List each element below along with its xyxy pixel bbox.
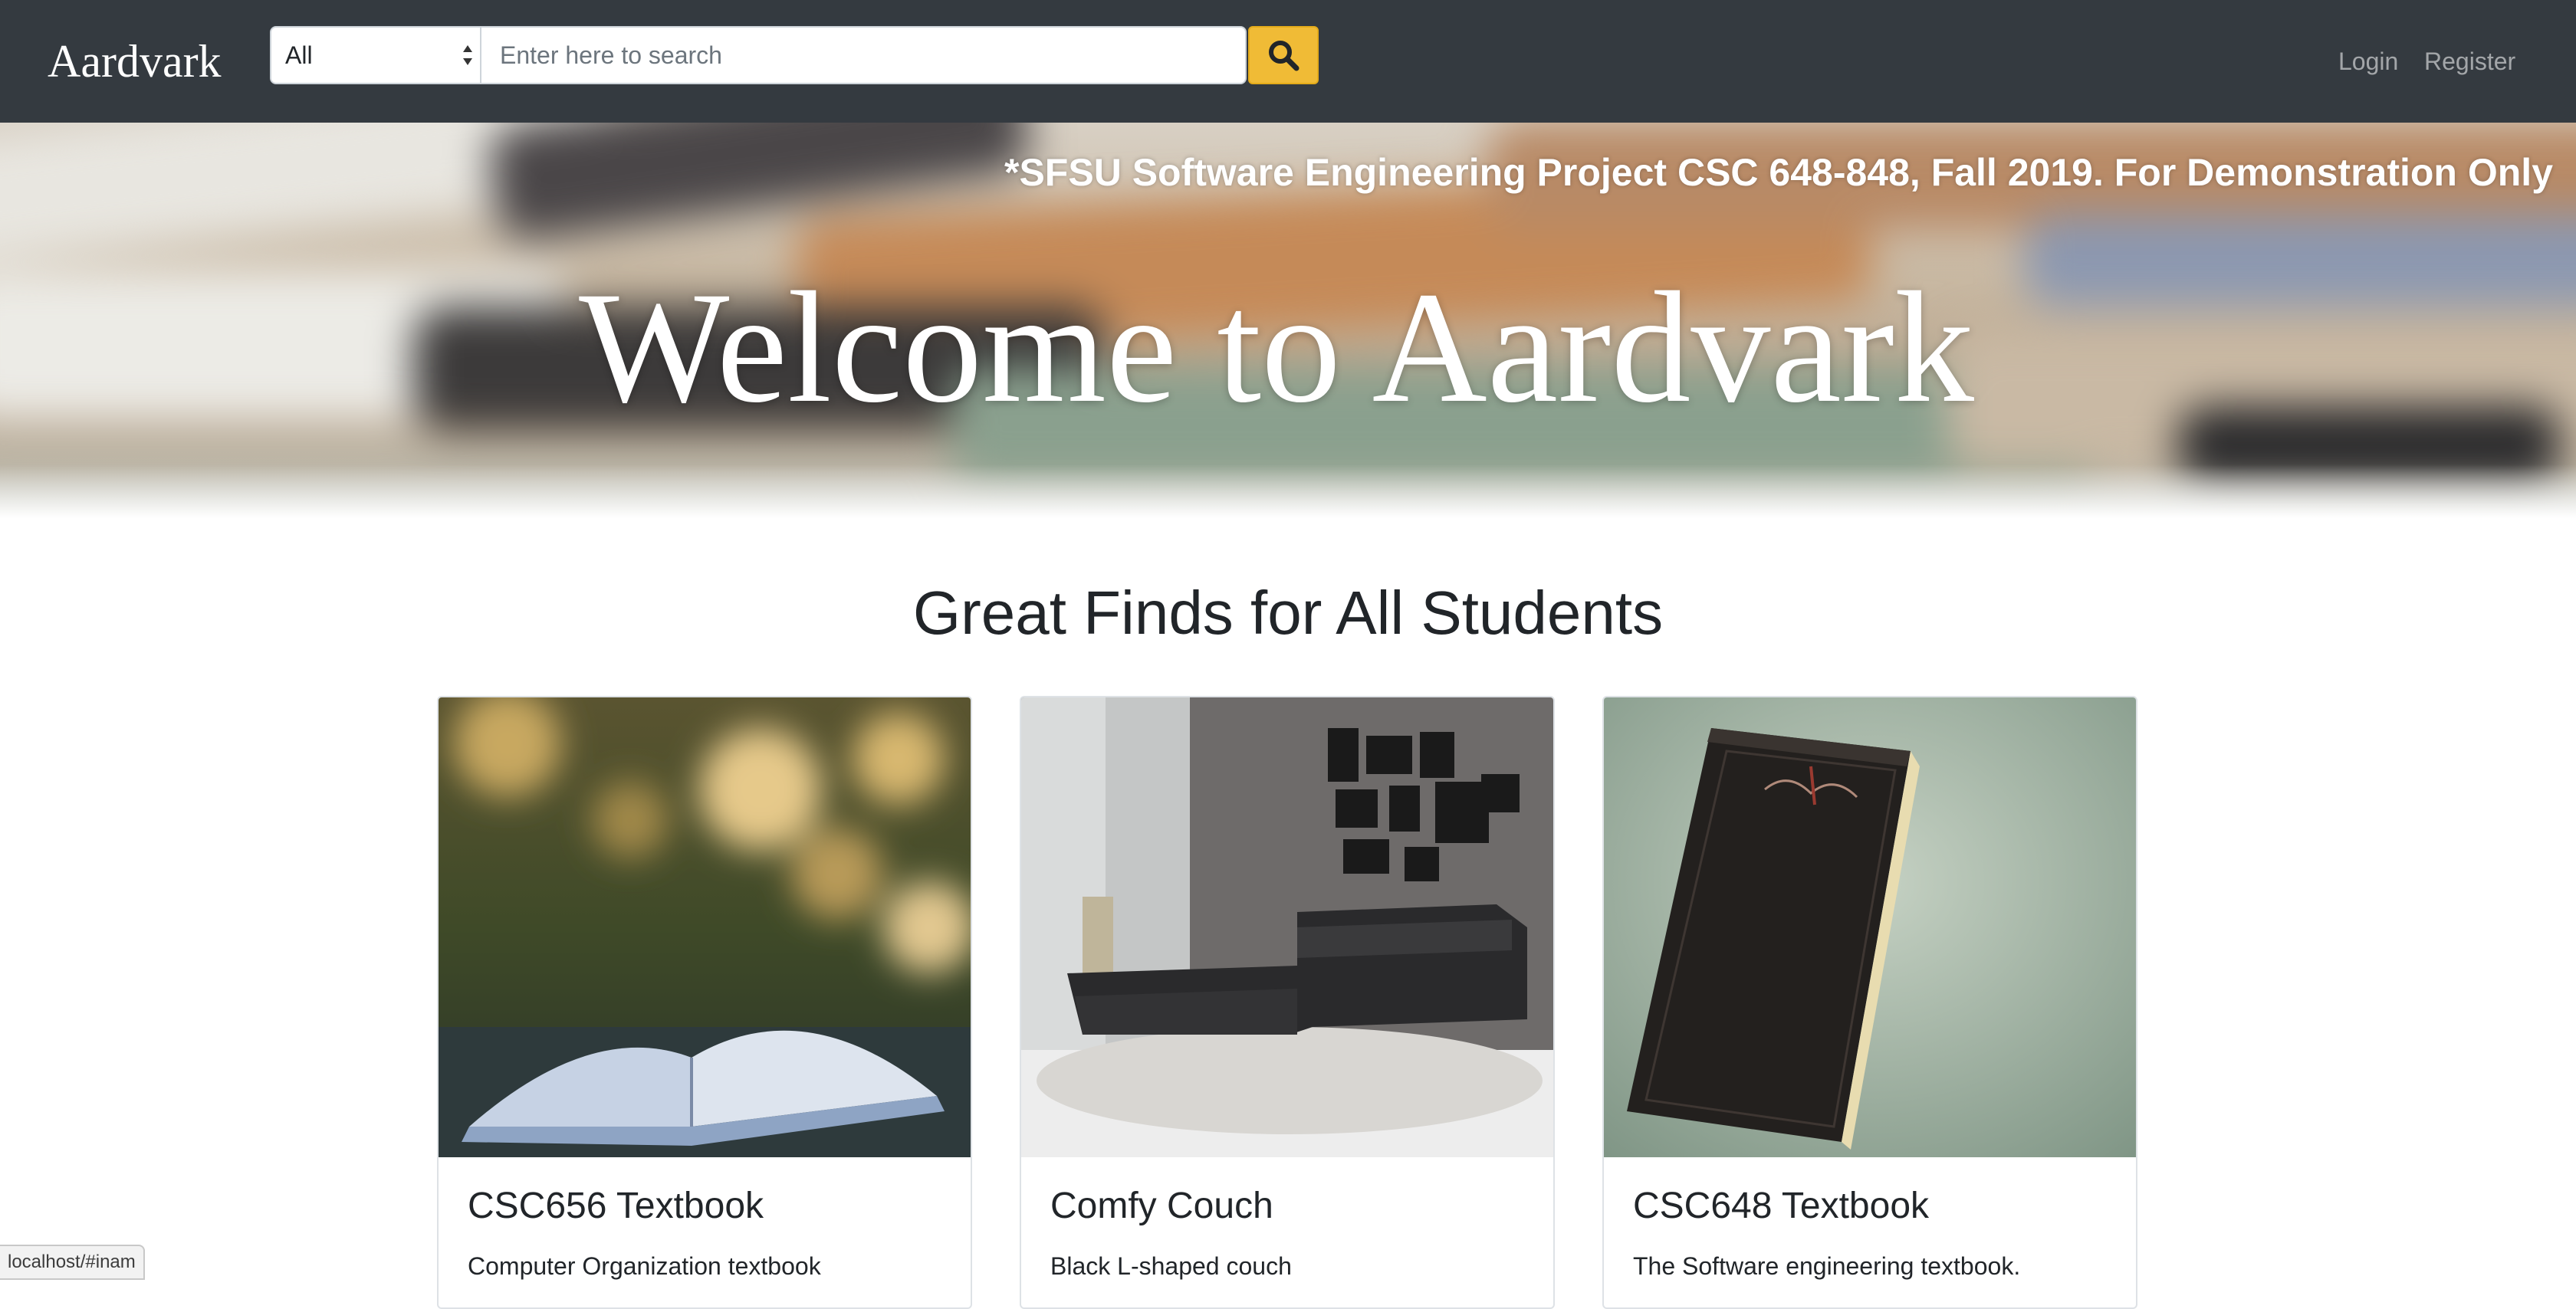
couch-photo <box>1021 697 1553 1157</box>
card-title: Comfy Couch <box>1050 1186 1273 1226</box>
section-title: Great Finds for All Students <box>912 579 1664 647</box>
navbar: Aardvark All Login Register <box>0 0 2576 123</box>
search-icon <box>1269 41 1300 71</box>
category-select-value: All <box>285 41 313 69</box>
card-text: Computer Organization textbook <box>468 1252 821 1280</box>
open-book-photo <box>439 697 971 1157</box>
register-link[interactable]: Register <box>2424 44 2515 78</box>
category-select[interactable]: All <box>270 26 481 84</box>
product-card[interactable]: Comfy Couch Black L-shaped couch <box>1020 696 1555 1309</box>
select-arrows-icon <box>463 45 472 65</box>
card-title: CSC656 Textbook <box>468 1186 764 1226</box>
brand-logo[interactable]: Aardvark <box>48 31 222 92</box>
black-book-photo <box>1604 697 2136 1157</box>
search-button[interactable] <box>1248 26 1319 84</box>
demo-disclaimer: *SFSU Software Engineering Project CSC 6… <box>1004 151 2553 194</box>
product-card[interactable]: CSC656 Textbook Computer Organization te… <box>437 696 972 1309</box>
status-bar-url: localhost/#inam <box>0 1245 145 1280</box>
card-title: CSC648 Textbook <box>1633 1186 1930 1226</box>
card-text: The Software engineering textbook. <box>1633 1252 2021 1280</box>
product-card[interactable]: CSC648 Textbook The Software engineering… <box>1602 696 2137 1309</box>
hero-banner: *SFSU Software Engineering Project CSC 6… <box>0 123 2576 518</box>
welcome-heading: Welcome to Aardvark <box>579 259 1974 435</box>
login-link[interactable]: Login <box>2338 44 2398 78</box>
card-text: Black L-shaped couch <box>1050 1252 1292 1280</box>
search-input[interactable] <box>481 26 1247 84</box>
